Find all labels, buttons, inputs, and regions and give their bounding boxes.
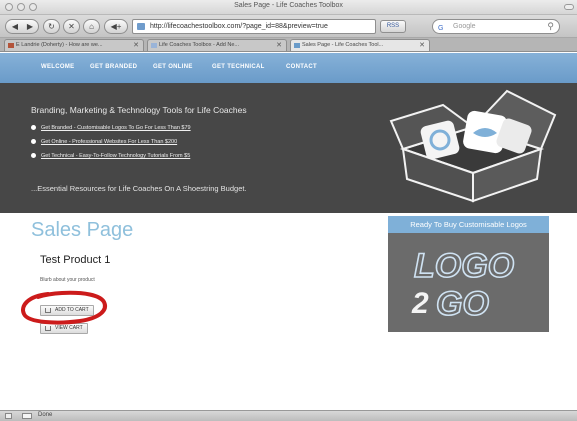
hero-link-text: Get Online - Professional Websites For L… bbox=[41, 139, 178, 145]
hero-link-text: Get Technical - Easy-To-Follow Technolog… bbox=[41, 153, 191, 159]
logo-number: 2 bbox=[411, 287, 429, 320]
close-tab-icon[interactable]: ✕ bbox=[133, 40, 139, 51]
url-text: http://lifecoachestoolbox.com/?page_id=8… bbox=[150, 23, 328, 30]
hero-footer-text: ...Essential Resources for Life Coaches … bbox=[31, 184, 247, 193]
tab-favicon-icon bbox=[8, 43, 14, 48]
add-bookmark-icon: ◀+ bbox=[110, 22, 122, 31]
search-placeholder: Google bbox=[453, 23, 476, 30]
forward-arrow-icon[interactable]: ▶ bbox=[23, 20, 37, 33]
site-favicon-icon bbox=[137, 23, 145, 30]
bullet-icon bbox=[31, 153, 36, 159]
nav-get-technical[interactable]: GET TECHNICAL bbox=[212, 64, 265, 70]
logo-line-2: GO bbox=[436, 285, 489, 323]
address-bar[interactable]: http://lifecoachestoolbox.com/?page_id=8… bbox=[132, 19, 376, 34]
open-box-illustration bbox=[389, 89, 557, 203]
nav-get-online[interactable]: GET ONLINE bbox=[153, 64, 193, 70]
tab-sales-page[interactable]: Sales Page - Life Coaches Tool... ✕ bbox=[290, 39, 430, 51]
window-title: Sales Page - Life Coaches Toolbox bbox=[234, 2, 343, 9]
annotation-circle bbox=[21, 290, 107, 325]
home-button[interactable]: ⌂ bbox=[83, 19, 100, 34]
tab-add-new[interactable]: Life Coaches Toolbox - Add Ne... ✕ bbox=[147, 39, 287, 51]
hero-link-get-technical[interactable]: Get Technical - Easy-To-Follow Technolog… bbox=[31, 153, 190, 159]
hero-banner: Branding, Marketing & Technology Tools f… bbox=[0, 83, 577, 213]
nav-contact[interactable]: CONTACT bbox=[286, 64, 317, 70]
hero-tagline: Branding, Marketing & Technology Tools f… bbox=[31, 105, 247, 115]
product-blurb: Blurb about your product bbox=[40, 277, 95, 283]
tab-favicon-icon bbox=[294, 43, 300, 48]
logo-line-1: LOGO bbox=[414, 247, 514, 285]
hero-link-get-branded[interactable]: Get Branded - Customisable Logos To Go F… bbox=[31, 125, 191, 131]
bullet-icon bbox=[31, 139, 36, 145]
back-arrow-icon[interactable]: ◀ bbox=[7, 20, 23, 33]
hero-link-get-online[interactable]: Get Online - Professional Websites For L… bbox=[31, 139, 177, 145]
tab-label: Sales Page - Life Coaches Tool... bbox=[302, 42, 384, 48]
status-text: Done bbox=[38, 412, 53, 418]
close-tab-icon[interactable]: ✕ bbox=[276, 40, 282, 51]
product-title: Test Product 1 bbox=[40, 254, 111, 266]
browser-toolbar: ◀ ▶ ↻ ✕ ⌂ ◀+ http://lifecoachestoolbox.co… bbox=[0, 15, 577, 38]
status-toggle-icon[interactable] bbox=[22, 413, 32, 419]
bullet-icon bbox=[31, 125, 36, 131]
rss-label: RSS bbox=[386, 23, 400, 29]
tab-label: Life Coaches Toolbox - Add Ne... bbox=[159, 42, 240, 48]
close-tab-icon[interactable]: ✕ bbox=[419, 40, 425, 51]
reload-icon: ↻ bbox=[48, 22, 55, 31]
add-bookmark-button[interactable]: ◀+ bbox=[104, 19, 128, 34]
tab-favicon-icon bbox=[151, 43, 157, 48]
google-icon: G bbox=[438, 25, 444, 32]
status-bar: Done bbox=[0, 410, 577, 421]
tab-label: E Landrie (Doherty) - How are we... bbox=[16, 42, 103, 48]
tab-email[interactable]: E Landrie (Doherty) - How are we... ✕ bbox=[4, 39, 144, 51]
stop-button[interactable]: ✕ bbox=[63, 19, 80, 34]
logo-promo-heading: Ready To Buy Customisable Logos bbox=[388, 216, 549, 233]
status-page-icon bbox=[5, 413, 12, 419]
home-icon: ⌂ bbox=[89, 22, 94, 31]
logo2go-graphic: LOGO 2 GO bbox=[388, 233, 549, 332]
site-nav: WELCOME GET BRANDED GET ONLINE GET TECHN… bbox=[0, 53, 577, 83]
hero-link-text: Get Branded - Customisable Logos To Go F… bbox=[41, 125, 191, 131]
back-forward-group: ◀ ▶ bbox=[5, 19, 39, 34]
stop-icon: ✕ bbox=[68, 22, 75, 31]
web-page: WELCOME GET BRANDED GET ONLINE GET TECHN… bbox=[0, 53, 577, 410]
search-field[interactable]: G Google ⚲ bbox=[432, 19, 560, 34]
nav-welcome[interactable]: WELCOME bbox=[41, 64, 74, 70]
search-icon[interactable]: ⚲ bbox=[547, 20, 554, 33]
window-titlebar: Sales Page - Life Coaches Toolbox bbox=[0, 0, 577, 15]
reload-button[interactable]: ↻ bbox=[43, 19, 60, 34]
tab-bar: E Landrie (Doherty) - How are we... ✕ Li… bbox=[0, 38, 577, 52]
cart-icon bbox=[45, 326, 51, 331]
toolbar-toggle-button[interactable] bbox=[564, 4, 574, 10]
nav-get-branded[interactable]: GET BRANDED bbox=[90, 64, 137, 70]
rss-button[interactable]: RSS bbox=[380, 20, 406, 33]
logo-promo-panel[interactable]: Ready To Buy Customisable Logos LOGO 2 G… bbox=[388, 216, 549, 332]
page-title: Sales Page bbox=[31, 219, 134, 241]
